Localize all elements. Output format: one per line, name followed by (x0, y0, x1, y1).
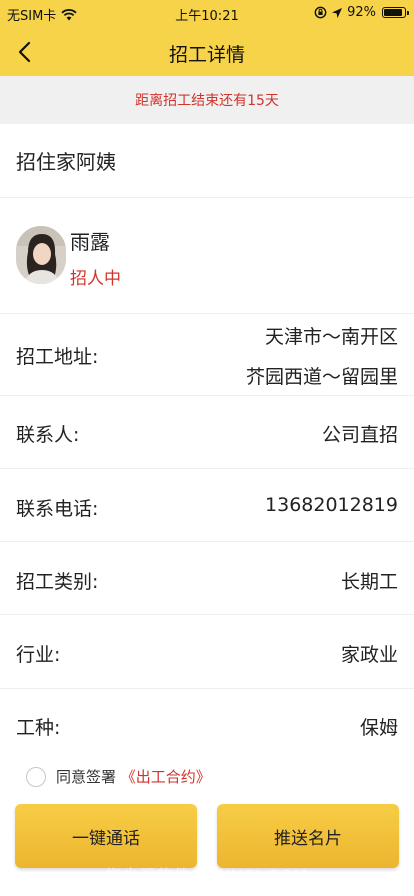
poster-name: 雨露 (70, 230, 110, 254)
phone-value[interactable]: 13682012819 (265, 494, 398, 516)
industry-label: 行业: (16, 644, 61, 666)
agree-radio[interactable] (26, 766, 46, 787)
agreement-row: 同意签署 《出工合约》 (26, 766, 211, 787)
phone-label: 联系电话: (16, 498, 99, 520)
contact-value: 公司直招 (321, 424, 398, 446)
battery-icon (382, 7, 409, 18)
address-line2: 芥园西道～留园里 (245, 366, 398, 388)
row-contact: 联系人: 公司直招 (0, 396, 414, 469)
address-label: 招工地址: (16, 346, 99, 368)
worktype-label: 工种: (16, 717, 61, 739)
row-worktype: 工种: 保姆 (0, 689, 414, 761)
status-right: 92% (314, 5, 409, 20)
avatar-photo (16, 226, 66, 284)
row-industry: 行业: 家政业 (0, 615, 414, 689)
contract-link[interactable]: 《出工合约》 (121, 768, 211, 786)
category-label: 招工类别: (16, 571, 99, 593)
agreement-text: 同意签署 《出工合约》 (56, 766, 211, 787)
agree-label: 同意签署 (56, 768, 117, 786)
location-arrow-icon (332, 7, 343, 18)
avatar[interactable] (16, 226, 66, 284)
nav-bar: 招工详情 (0, 28, 414, 76)
address-line1: 天津市～南开区 (264, 326, 398, 348)
worktype-value: 保姆 (359, 717, 398, 739)
contact-label: 联系人: (16, 424, 80, 446)
poster-status: 招人中 (70, 269, 121, 289)
row-phone: 联系电话: 13682012819 (0, 469, 414, 542)
row-address: 招工地址: 天津市～南开区 芥园西道～留园里 (0, 314, 414, 396)
page-title: 招工详情 (168, 44, 245, 66)
battery-percent: 92% (347, 5, 376, 20)
job-title: 招住家阿姨 (0, 124, 414, 198)
category-value: 长期工 (340, 571, 398, 593)
poster-card: 雨露 招人中 (0, 198, 414, 314)
row-category: 招工类别: 长期工 (0, 542, 414, 615)
orientation-lock-icon (314, 6, 327, 19)
industry-value: 家政业 (340, 644, 398, 666)
status-bar: 无SIM卡 上午10:21 92% (0, 0, 414, 28)
call-button[interactable]: 一键通话 (15, 804, 197, 868)
share-card-button[interactable]: 推送名片 (217, 804, 399, 868)
countdown-banner: 距离招工结束还有15天 (0, 76, 414, 124)
watermark: 指尖汇软件 • ZJHRJ.COM (105, 866, 309, 885)
